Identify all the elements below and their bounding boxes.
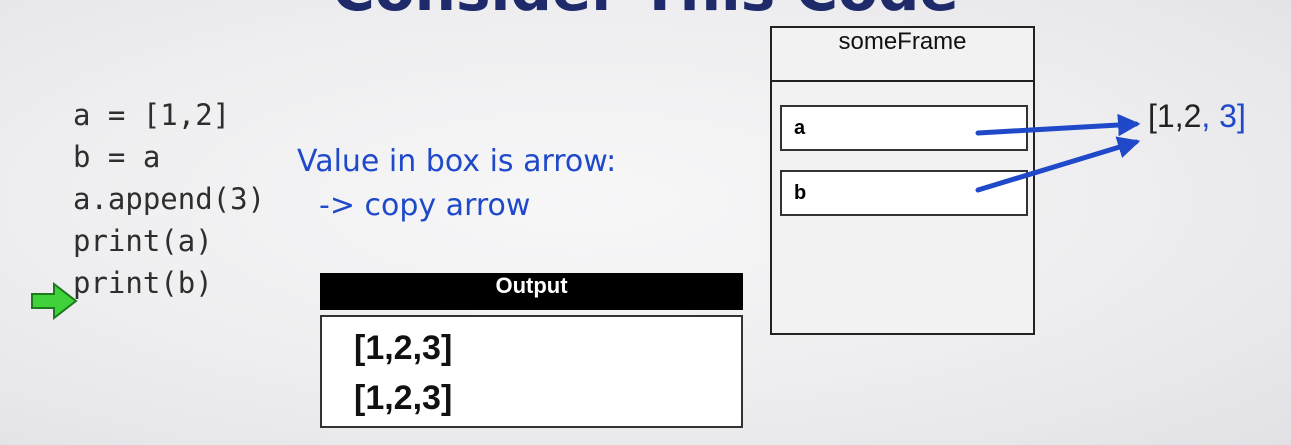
reference-arrows bbox=[975, 113, 1141, 193]
pointer-arrow-a bbox=[975, 113, 1141, 137]
list-appended-part: , 3] bbox=[1201, 98, 1246, 134]
heap-list-value: [1,2, 3] bbox=[1148, 98, 1246, 135]
pointer-arrow-b bbox=[975, 136, 1141, 193]
list-original-part: [1,2 bbox=[1148, 98, 1202, 134]
